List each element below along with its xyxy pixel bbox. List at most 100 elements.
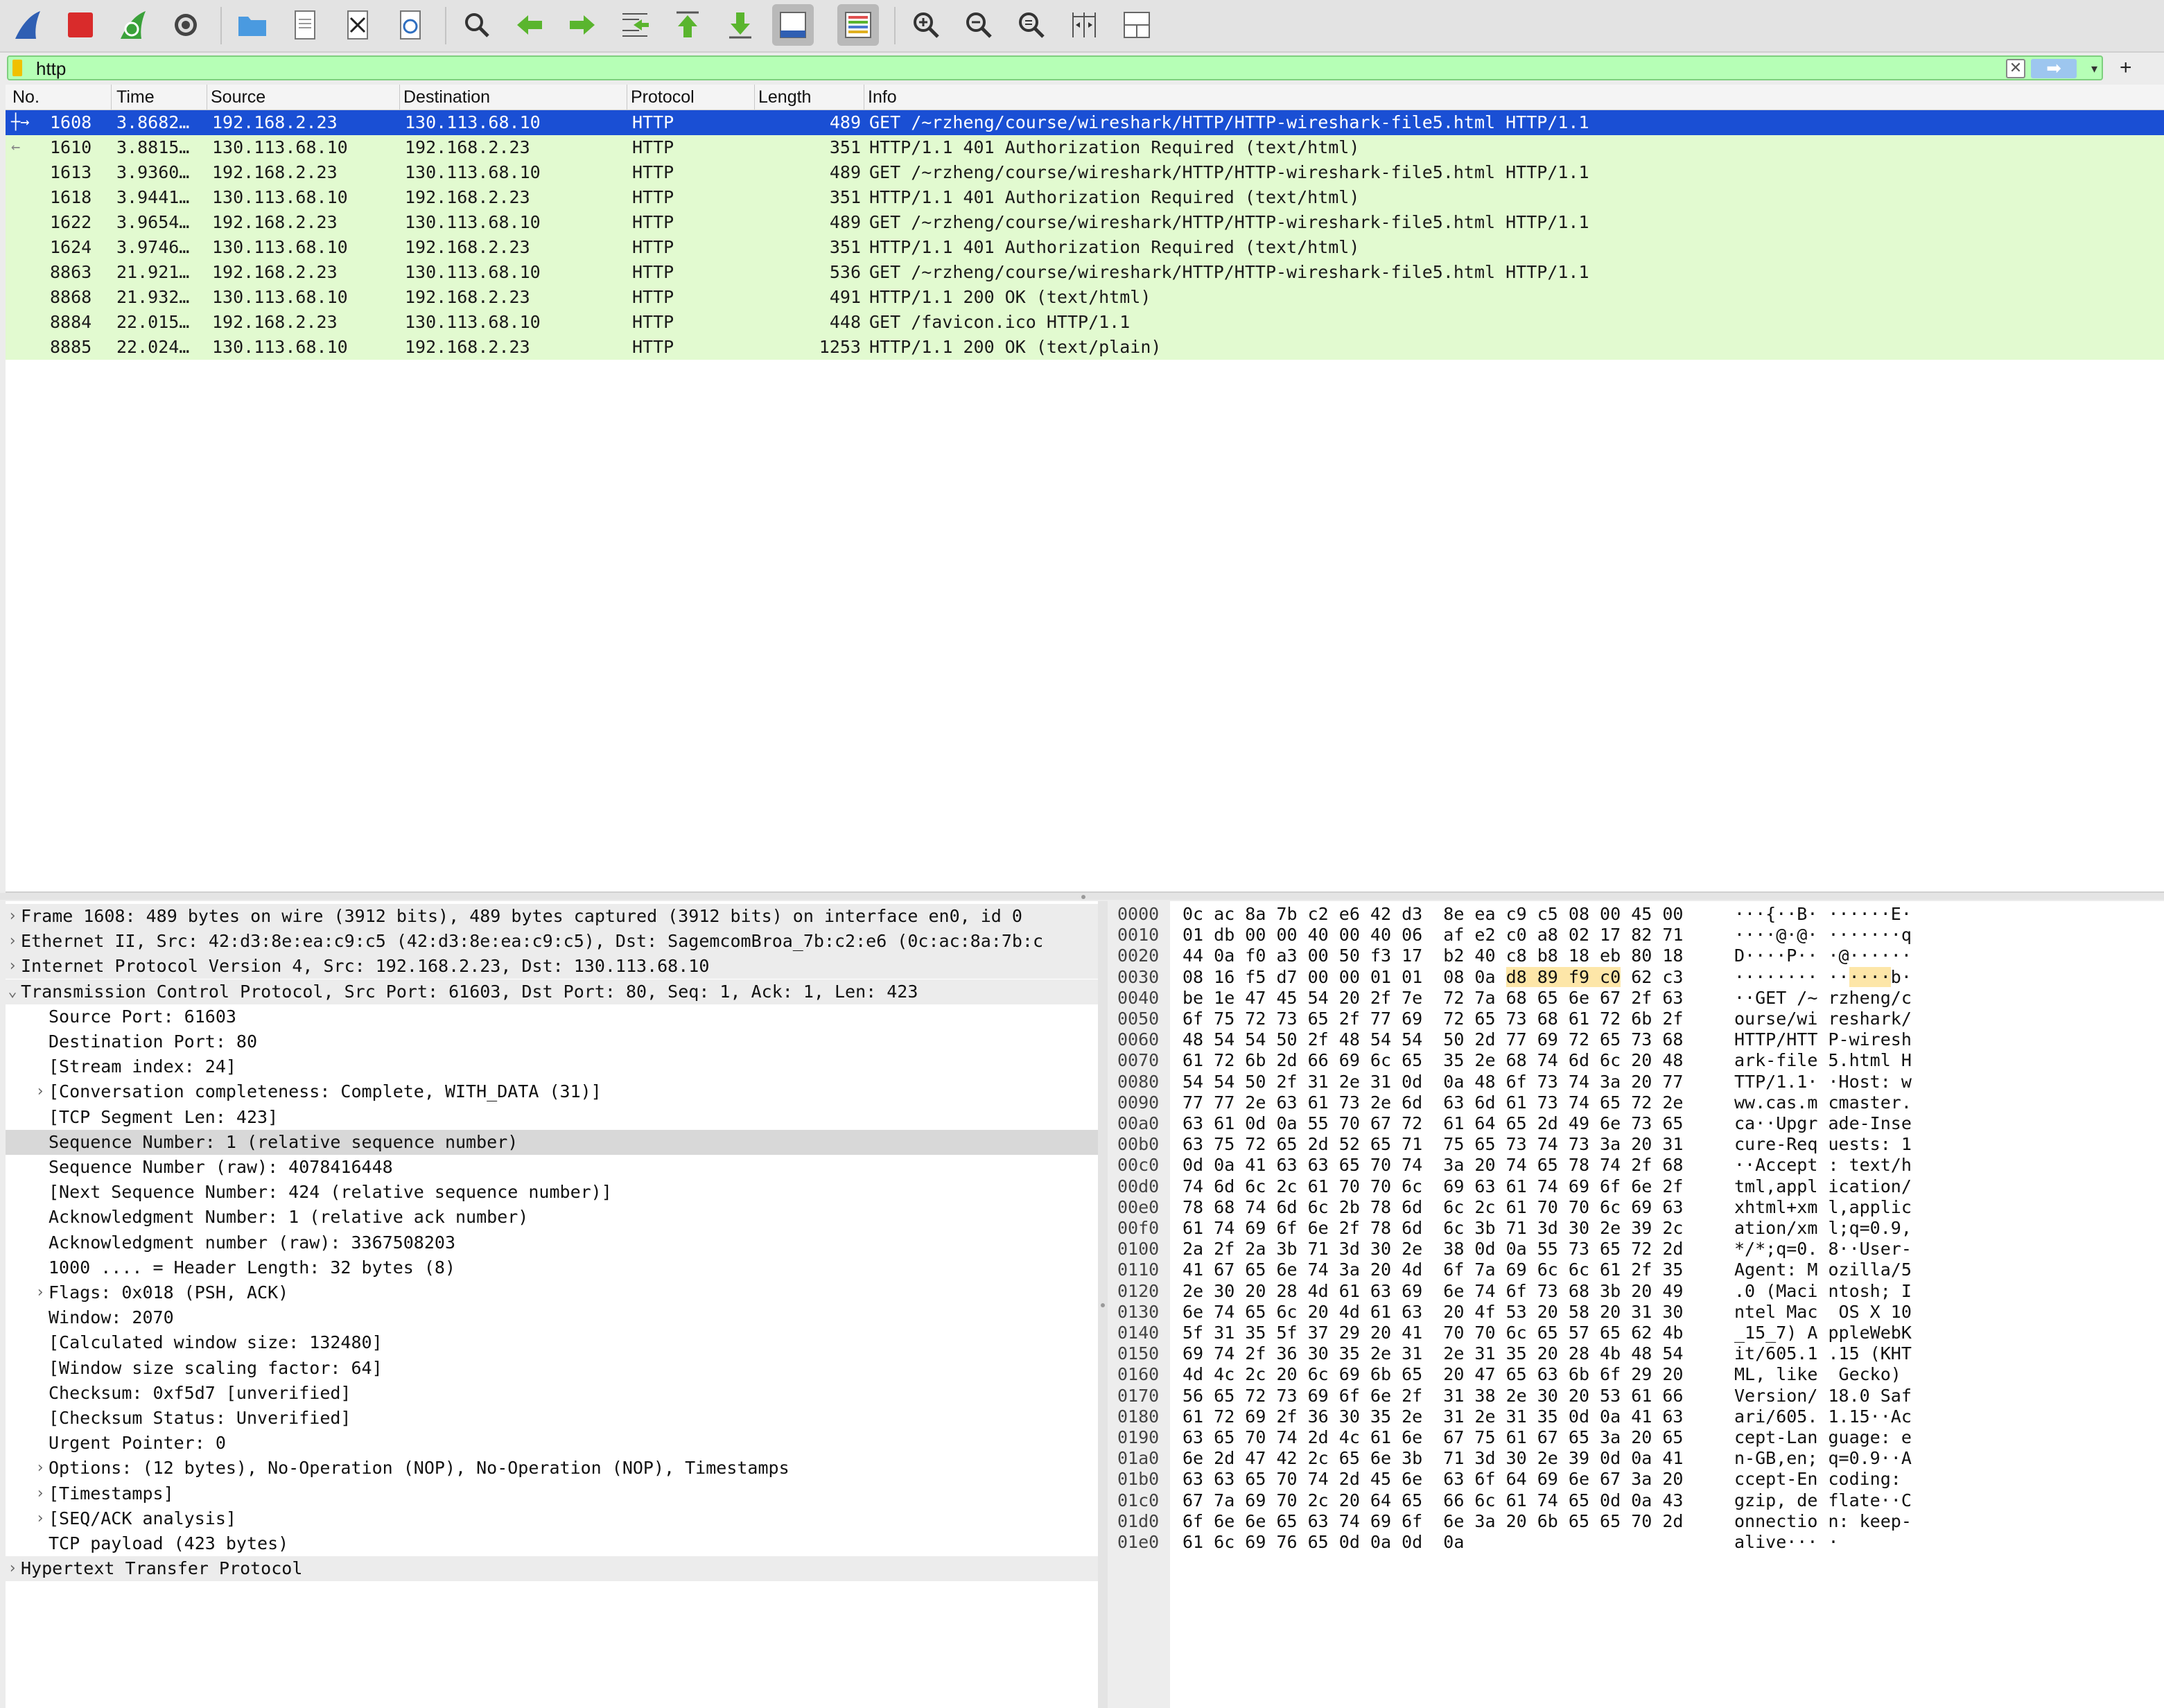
packet-row[interactable]: 8863 21.921… 192.168.2.23 130.113.68.10 HTTP… [6, 260, 2164, 285]
detail-tree-item[interactable]: TCP payload (423 bytes) [6, 1531, 1098, 1556]
auto-scroll-button[interactable] [772, 4, 814, 46]
hex-bytes[interactable]: 44 0a f0 a3 00 50 f3 17 b2 40 c8 b8 18 e… [1183, 946, 1683, 966]
ascii-bytes[interactable]: ML, like Gecko) [1734, 1364, 1912, 1385]
hex-bytes[interactable]: 4d 4c 2c 20 6c 69 6b 65 20 47 65 63 6b 6… [1183, 1364, 1683, 1385]
ascii-bytes[interactable]: .0 (Maci ntosh; I [1734, 1281, 1912, 1302]
ascii-bytes[interactable]: ca··Upgr ade-Inse [1734, 1113, 1912, 1134]
horizontal-splitter[interactable] [0, 893, 2164, 900]
hex-bytes[interactable]: 08 16 f5 d7 00 00 01 01 08 0a d8 89 f9 c… [1183, 966, 1683, 988]
hex-bytes[interactable]: 48 54 54 50 2f 48 54 54 50 2d 77 69 72 6… [1183, 1029, 1683, 1050]
vertical-splitter[interactable] [1098, 901, 1108, 1708]
detail-tree-item[interactable]: › [Conversation completeness: Complete, W… [6, 1079, 1098, 1104]
detail-tree-item[interactable]: [TCP Segment Len: 423] [6, 1105, 1098, 1130]
column-header-time[interactable]: Time [116, 87, 155, 107]
detail-tree-item[interactable]: [Window size scaling factor: 64] [6, 1356, 1098, 1381]
detail-tree-item[interactable]: [Next Sequence Number: 424 (relative seq… [6, 1180, 1098, 1205]
first-packet-button[interactable] [667, 4, 708, 46]
chevron-right-icon[interactable]: › [33, 1079, 47, 1104]
bookmark-icon[interactable] [12, 60, 22, 76]
hex-bytes[interactable]: 63 61 0d 0a 55 70 67 72 61 64 65 2d 49 6… [1183, 1113, 1683, 1134]
hex-bytes[interactable]: 2e 30 20 28 4d 61 63 69 6e 74 6f 73 68 3… [1183, 1281, 1683, 1302]
go-to-packet-button[interactable] [614, 4, 656, 46]
ascii-bytes[interactable]: HTTP/HTT P-wiresh [1734, 1029, 1912, 1050]
detail-tree-item[interactable]: Source Port: 61603 [6, 1004, 1098, 1029]
detail-tree-item[interactable]: Window: 2070 [6, 1305, 1098, 1330]
hex-bytes[interactable]: 6e 74 65 6c 20 4d 61 63 20 4f 53 20 58 2… [1183, 1302, 1683, 1323]
hex-bytes[interactable]: 61 6c 69 76 65 0d 0a 0d 0a [1183, 1532, 1464, 1553]
ascii-bytes[interactable]: ark-file 5.html H [1734, 1050, 1912, 1071]
display-filter-input[interactable]: http ✕ ➡ ▾ [7, 55, 2103, 80]
chevron-right-icon[interactable]: › [33, 1456, 47, 1481]
packet-row[interactable]: 1622 3.9654… 192.168.2.23 130.113.68.10 HTTP… [6, 210, 2164, 235]
ascii-bytes[interactable]: ation/xm l;q=0.9, [1734, 1218, 1912, 1239]
detail-tree-item[interactable]: Acknowledgment Number: 1 (relative ack n… [6, 1205, 1098, 1230]
hex-bytes[interactable]: 0d 0a 41 63 63 65 70 74 3a 20 74 65 78 7… [1183, 1155, 1683, 1176]
ascii-bytes[interactable]: xhtml+xm l,applic [1734, 1197, 1912, 1218]
ascii-bytes[interactable]: ··Accept : text/h [1734, 1155, 1912, 1176]
hex-bytes[interactable]: 54 54 50 2f 31 2e 31 0d 0a 48 6f 73 74 3… [1183, 1072, 1683, 1092]
hex-bytes[interactable]: 74 6d 6c 2c 61 70 70 6c 69 63 61 74 69 6… [1183, 1176, 1683, 1197]
ascii-bytes[interactable]: ww.cas.m cmaster. [1734, 1092, 1912, 1113]
detail-tree-item[interactable]: 1000 .... = Header Length: 32 bytes (8) [6, 1255, 1098, 1280]
detail-tree-item[interactable]: › [SEQ/ACK analysis] [6, 1506, 1098, 1531]
ascii-bytes[interactable]: cure-Req uests: 1 [1734, 1134, 1912, 1155]
detail-tree-item[interactable]: Sequence Number: 1 (relative sequence nu… [6, 1129, 1098, 1155]
colorize-button[interactable] [837, 4, 879, 46]
detail-tree-item[interactable]: ⌄ Transmission Control Protocol, Src Port… [6, 979, 1098, 1004]
clear-filter-icon[interactable]: ✕ [2006, 59, 2025, 78]
detail-tree-item[interactable]: [Checksum Status: Unverified] [6, 1406, 1098, 1431]
ascii-bytes[interactable]: gzip, de flate··C [1734, 1490, 1912, 1511]
ascii-bytes[interactable]: cept-Lan guage: e [1734, 1427, 1912, 1448]
ascii-bytes[interactable]: n-GB,en; q=0.9··A [1734, 1448, 1912, 1469]
detail-tree-item[interactable]: Urgent Pointer: 0 [6, 1431, 1098, 1456]
close-file-button[interactable] [337, 4, 378, 46]
last-packet-button[interactable] [719, 4, 761, 46]
capture-options-button[interactable] [165, 4, 207, 46]
apply-filter-icon[interactable]: ➡ [2031, 59, 2077, 78]
packet-row[interactable]: 8884 22.015… 192.168.2.23 130.113.68.10 HTTP… [6, 310, 2164, 335]
column-header-protocol[interactable]: Protocol [631, 87, 695, 107]
packet-row[interactable]: 1624 3.9746… 130.113.68.10 192.168.2.23 HTTP… [6, 235, 2164, 260]
packet-row[interactable]: ┼→ 1608 3.8682… 192.168.2.23 130.113.68.10 HT… [6, 110, 2164, 135]
hex-bytes[interactable]: 6f 75 72 73 65 2f 77 69 72 65 73 68 61 7… [1183, 1009, 1683, 1029]
start-capture-button[interactable] [7, 4, 49, 46]
hex-bytes[interactable]: 63 65 70 74 2d 4c 61 6e 67 75 61 67 65 3… [1183, 1427, 1683, 1448]
detail-tree-item[interactable]: › Flags: 0x018 (PSH, ACK) [6, 1280, 1098, 1305]
hex-bytes[interactable]: 77 77 2e 63 61 73 2e 6d 63 6d 61 73 74 6… [1183, 1092, 1683, 1113]
hex-bytes[interactable]: 2a 2f 2a 3b 71 3d 30 2e 38 0d 0a 55 73 6… [1183, 1239, 1683, 1260]
resize-columns-button[interactable] [1063, 4, 1105, 46]
detail-tree-item[interactable]: › Hypertext Transfer Protocol [6, 1556, 1098, 1582]
hex-bytes[interactable]: be 1e 47 45 54 20 2f 7e 72 7a 68 65 6e 6… [1183, 988, 1683, 1009]
ascii-bytes[interactable]: _15_7) A ppleWebK [1734, 1323, 1912, 1343]
chevron-right-icon[interactable]: › [33, 1280, 47, 1305]
column-header-destination[interactable]: Destination [403, 87, 490, 107]
chevron-right-icon[interactable]: › [6, 954, 19, 979]
detail-tree-item[interactable]: › [Timestamps] [6, 1481, 1098, 1506]
detail-tree-item[interactable]: Sequence Number (raw): 4078416448 [6, 1155, 1098, 1180]
zoom-in-button[interactable] [905, 4, 947, 46]
ascii-bytes[interactable]: alive··· · [1734, 1532, 1839, 1553]
hex-bytes[interactable]: 0c ac 8a 7b c2 e6 42 d3 8e ea c9 c5 08 0… [1183, 904, 1683, 925]
column-header-source[interactable]: Source [211, 87, 265, 107]
hex-bytes[interactable]: 63 63 65 70 74 2d 45 6e 63 6f 64 69 6e 6… [1183, 1469, 1683, 1490]
filter-history-dropdown-icon[interactable]: ▾ [2091, 58, 2097, 79]
hex-bytes[interactable]: 01 db 00 00 40 00 40 06 af e2 c0 a8 02 1… [1183, 925, 1683, 946]
zoom-out-button[interactable] [958, 4, 1000, 46]
detail-tree-item[interactable]: › Internet Protocol Version 4, Src: 192.1… [6, 954, 1098, 979]
hex-bytes[interactable]: 61 72 69 2f 36 30 35 2e 31 2e 31 35 0d 0… [1183, 1406, 1683, 1427]
ascii-bytes[interactable]: ari/605. 1.15··Ac [1734, 1406, 1912, 1427]
hex-bytes[interactable]: 78 68 74 6d 6c 2b 78 6d 6c 2c 61 70 70 6… [1183, 1197, 1683, 1218]
column-header-info[interactable]: Info [868, 87, 897, 107]
chevron-right-icon[interactable]: › [6, 904, 19, 929]
detail-tree-item[interactable]: Checksum: 0xf5d7 [unverified] [6, 1381, 1098, 1406]
ascii-bytes[interactable]: tml,appl ication/ [1734, 1176, 1912, 1197]
ascii-bytes[interactable]: it/605.1 .15 (KHT [1734, 1343, 1912, 1364]
display-filter-text[interactable]: http [36, 58, 66, 79]
find-packet-button[interactable] [456, 4, 498, 46]
add-filter-button[interactable]: + [2120, 55, 2132, 80]
packet-row[interactable]: 8868 21.932… 130.113.68.10 192.168.2.23 HTTP… [6, 285, 2164, 310]
ascii-bytes[interactable]: */*;q=0. 8··User- [1734, 1239, 1912, 1260]
hex-bytes[interactable]: 61 74 69 6f 6e 2f 78 6d 6c 3b 71 3d 30 2… [1183, 1218, 1683, 1239]
ascii-bytes[interactable]: ········ ······b· [1734, 966, 1912, 988]
ascii-bytes[interactable]: D····P·· ·@······ [1734, 946, 1912, 966]
